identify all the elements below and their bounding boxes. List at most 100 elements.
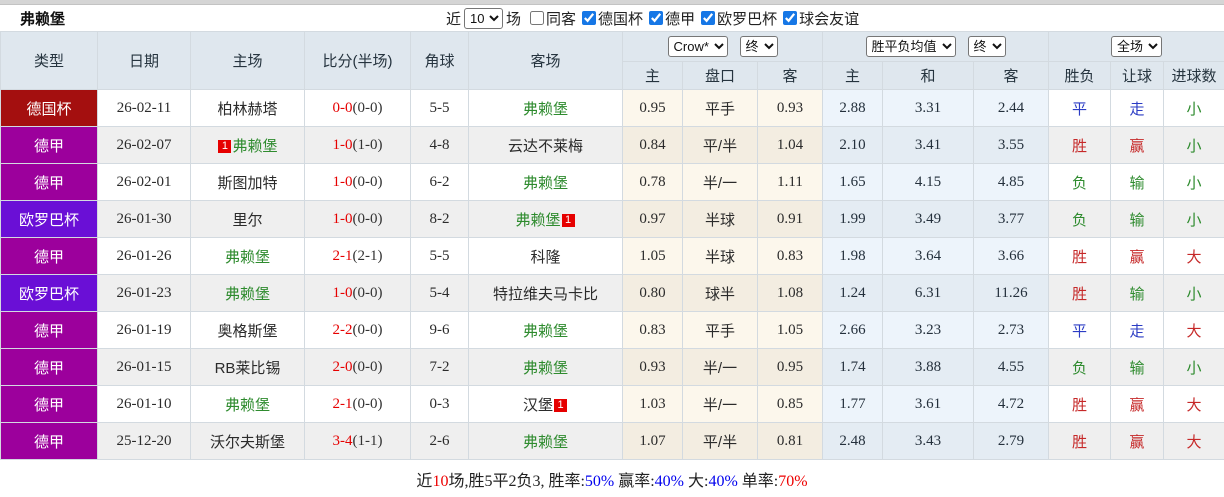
avg-draw-cell: 3.43 <box>883 423 974 460</box>
date-cell: 26-01-26 <box>98 238 191 275</box>
corner-cell: 8-2 <box>411 201 469 238</box>
score-cell: 2-1(2-1) <box>305 238 411 275</box>
odds-away-cell: 0.95 <box>758 349 823 386</box>
handicap-cell: 半/一 <box>683 349 758 386</box>
bundesliga-checkbox[interactable] <box>649 11 663 25</box>
club-friendly-filter[interactable]: 球会友谊 <box>777 8 859 29</box>
col-header-home: 主场 <box>191 32 305 90</box>
result-goals-cell: 小 <box>1164 349 1224 386</box>
same-venue-filter[interactable]: 同客 <box>524 8 576 29</box>
date-cell: 26-02-07 <box>98 127 191 164</box>
table-row: 德甲 26-02-07 1弗赖堡 1-0(1-0) 4-8 云达不莱梅 0.84… <box>1 127 1224 164</box>
col-header-avg-draw: 和 <box>883 62 974 90</box>
corner-cell: 5-5 <box>411 238 469 275</box>
home-team: 弗赖堡 <box>191 386 305 423</box>
date-cell: 26-02-11 <box>98 90 191 127</box>
table-row: 德甲 26-01-10 弗赖堡 2-1(0-0) 0-3 汉堡1 1.03 半/… <box>1 386 1224 423</box>
score-cell: 1-0(0-0) <box>305 201 411 238</box>
result-let-cell: 赢 <box>1111 127 1164 164</box>
avg-home-cell: 1.77 <box>823 386 883 423</box>
table-row: 德甲 26-01-15 RB莱比锡 2-0(0-0) 7-2 弗赖堡 0.93 … <box>1 349 1224 386</box>
handicap-cell: 平/半 <box>683 127 758 164</box>
corner-cell: 5-5 <box>411 90 469 127</box>
same-venue-checkbox[interactable] <box>530 11 544 25</box>
matches-table: 类型 日期 主场 比分(半场) 角球 客场 Crow* 终 胜平负均值 终 全场 <box>0 31 1224 460</box>
recent-label: 近 <box>446 8 461 29</box>
away-team: 科隆 <box>469 238 623 275</box>
avg-home-cell: 1.98 <box>823 238 883 275</box>
col-header-odds-away: 客 <box>758 62 823 90</box>
table-row: 德国杯 26-02-11 柏林赫塔 0-0(0-0) 5-5 弗赖堡 0.95 … <box>1 90 1224 127</box>
away-team: 弗赖堡 <box>469 164 623 201</box>
odds-time-select[interactable]: 终 <box>740 36 778 57</box>
odds-away-cell: 0.91 <box>758 201 823 238</box>
home-team: 柏林赫塔 <box>191 90 305 127</box>
rank-badge: 1 <box>218 140 231 153</box>
away-team: 汉堡1 <box>469 386 623 423</box>
recent-count-select[interactable]: 10 <box>464 8 503 29</box>
col-header-goals: 进球数 <box>1164 62 1224 90</box>
type-cell: 德甲 <box>1 127 98 164</box>
corner-cell: 4-8 <box>411 127 469 164</box>
result-wdl-cell: 平 <box>1049 312 1111 349</box>
odds-away-cell: 0.83 <box>758 238 823 275</box>
home-team: 弗赖堡 <box>191 275 305 312</box>
home-team: 奥格斯堡 <box>191 312 305 349</box>
result-let-cell: 赢 <box>1111 423 1164 460</box>
avg-type-select[interactable]: 胜平负均值 <box>866 36 956 57</box>
fulltime-select[interactable]: 全场 <box>1111 36 1162 57</box>
score-cell: 1-0(1-0) <box>305 127 411 164</box>
score-cell: 2-1(0-0) <box>305 386 411 423</box>
result-let-cell: 赢 <box>1111 386 1164 423</box>
odds-source-select[interactable]: Crow* <box>668 36 728 57</box>
europa-league-checkbox[interactable] <box>701 11 715 25</box>
odds-home-cell: 1.05 <box>623 238 683 275</box>
result-wdl-cell: 胜 <box>1049 275 1111 312</box>
type-cell: 德甲 <box>1 349 98 386</box>
avg-home-cell: 2.88 <box>823 90 883 127</box>
score-cell: 0-0(0-0) <box>305 90 411 127</box>
result-wdl-cell: 负 <box>1049 201 1111 238</box>
avg-away-cell: 4.72 <box>974 386 1049 423</box>
avg-home-cell: 1.24 <box>823 275 883 312</box>
home-team: 1弗赖堡 <box>191 127 305 164</box>
avg-time-select[interactable]: 终 <box>968 36 1006 57</box>
bundesliga-filter[interactable]: 德甲 <box>643 8 695 29</box>
avg-away-cell: 4.55 <box>974 349 1049 386</box>
avg-draw-cell: 3.49 <box>883 201 974 238</box>
col-header-odds-home: 主 <box>623 62 683 90</box>
col-header-let: 让球 <box>1111 62 1164 90</box>
type-cell: 德甲 <box>1 312 98 349</box>
corner-cell: 0-3 <box>411 386 469 423</box>
result-wdl-cell: 胜 <box>1049 386 1111 423</box>
german-cup-filter[interactable]: 德国杯 <box>576 8 643 29</box>
type-cell: 欧罗巴杯 <box>1 275 98 312</box>
type-cell: 德甲 <box>1 423 98 460</box>
avg-home-cell: 1.65 <box>823 164 883 201</box>
europa-league-filter[interactable]: 欧罗巴杯 <box>695 8 777 29</box>
avg-draw-cell: 3.64 <box>883 238 974 275</box>
date-cell: 26-01-15 <box>98 349 191 386</box>
rank-badge: 1 <box>562 214 575 227</box>
score-cell: 2-0(0-0) <box>305 349 411 386</box>
result-let-cell: 输 <box>1111 349 1164 386</box>
table-row: 德甲 26-01-19 奥格斯堡 2-2(0-0) 9-6 弗赖堡 0.83 平… <box>1 312 1224 349</box>
handicap-cell: 半球 <box>683 238 758 275</box>
german-cup-label: 德国杯 <box>598 8 643 29</box>
avg-group-header: 胜平负均值 终 <box>823 32 1049 62</box>
corner-cell: 7-2 <box>411 349 469 386</box>
odds-away-cell: 0.81 <box>758 423 823 460</box>
date-cell: 26-01-10 <box>98 386 191 423</box>
avg-away-cell: 3.77 <box>974 201 1049 238</box>
german-cup-checkbox[interactable] <box>582 11 596 25</box>
score-cell: 3-4(1-1) <box>305 423 411 460</box>
table-row: 欧罗巴杯 26-01-23 弗赖堡 1-0(0-0) 5-4 特拉维夫马卡比 0… <box>1 275 1224 312</box>
type-cell: 德甲 <box>1 238 98 275</box>
club-friendly-checkbox[interactable] <box>783 11 797 25</box>
result-let-cell: 输 <box>1111 164 1164 201</box>
odds-away-cell: 1.08 <box>758 275 823 312</box>
corner-cell: 9-6 <box>411 312 469 349</box>
odds-away-cell: 1.11 <box>758 164 823 201</box>
result-wdl-cell: 负 <box>1049 164 1111 201</box>
home-team: 沃尔夫斯堡 <box>191 423 305 460</box>
